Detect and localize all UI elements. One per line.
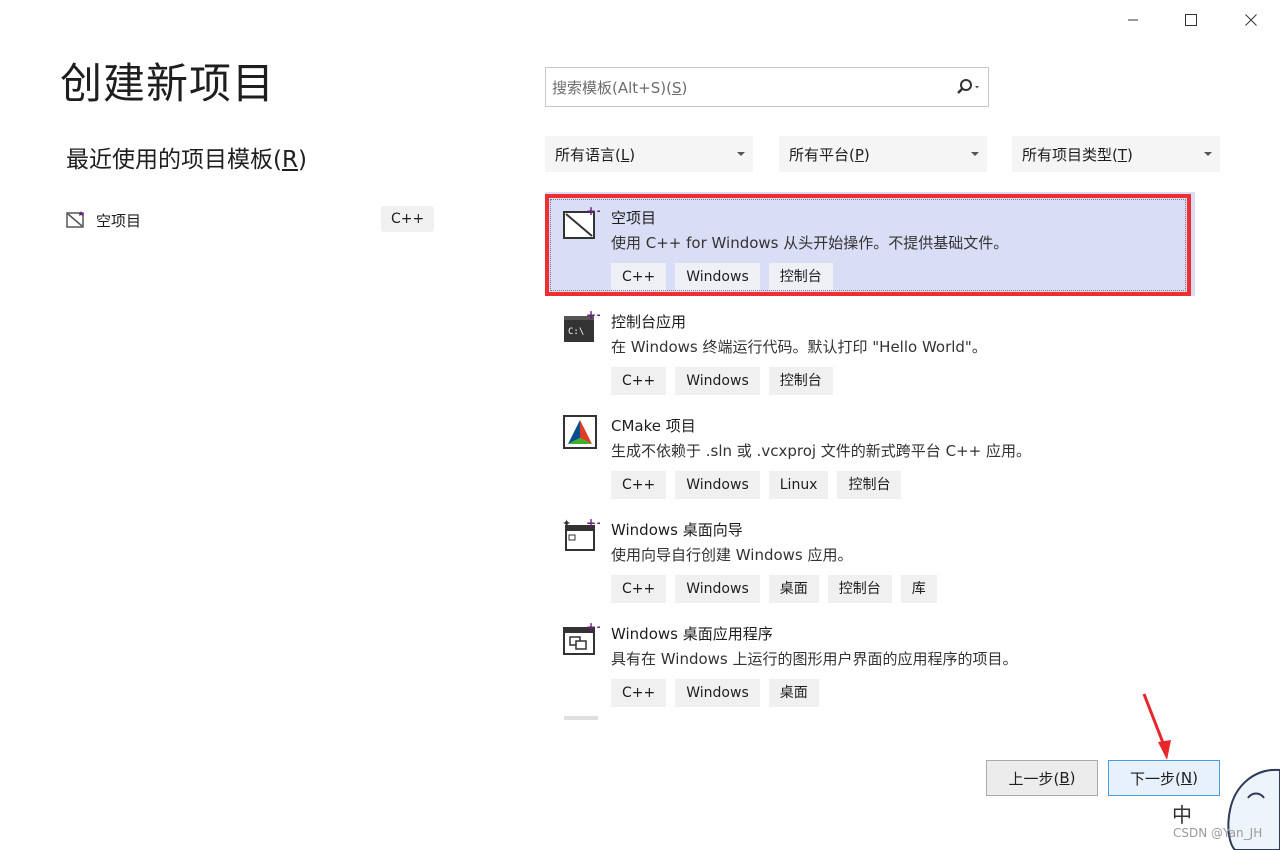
template-description: 具有在 Windows 上运行的图形用户界面的应用程序的项目。	[611, 650, 1018, 668]
svg-text:++: ++	[586, 620, 600, 634]
minimize-button[interactable]	[1110, 0, 1156, 40]
tag-desktop: 桌面	[768, 575, 819, 603]
svg-text:++: ++	[586, 516, 600, 530]
annotation-arrow-icon	[1142, 693, 1171, 760]
recent-heading-end: )	[297, 147, 307, 173]
tag-console: 控制台	[837, 471, 902, 499]
chevron-down-icon	[1204, 152, 1212, 156]
language-filter-dropdown[interactable]: 所有语言(L)	[545, 136, 753, 172]
chevron-down-icon	[971, 152, 979, 156]
template-name: 控制台应用	[611, 313, 687, 331]
close-button[interactable]	[1228, 0, 1274, 40]
template-tags: C++ Windows Linux 控制台	[611, 471, 902, 499]
watermark-text: CSDN @Yan_JH	[1173, 826, 1263, 840]
tag-cpp: C++	[611, 367, 667, 395]
back-button[interactable]: 上一步(B)	[986, 760, 1098, 796]
template-name: Windows 桌面应用程序	[611, 625, 773, 643]
search-icon	[957, 79, 979, 94]
tag-cpp: C++	[611, 679, 667, 707]
language-filter-label: 所有语言(L)	[555, 145, 636, 164]
back-button-access-key: B	[1059, 769, 1070, 787]
minimize-icon	[1128, 19, 1138, 21]
svg-text:++: ++	[586, 204, 600, 218]
tag-console: 控制台	[768, 263, 833, 291]
search-placeholder: 搜索模板(Alt+S)(S)	[552, 78, 688, 97]
template-tags: C++ Windows 桌面 控制台 库	[611, 575, 937, 603]
template-item-partial[interactable]	[545, 712, 1195, 732]
search-button[interactable]	[948, 78, 988, 96]
project-type-filter-dropdown[interactable]: 所有项目类型(T)	[1012, 136, 1220, 172]
svg-text:中: 中	[1172, 803, 1192, 827]
tag-windows: Windows	[675, 471, 760, 499]
template-description: 使用向导自行创建 Windows 应用。	[611, 546, 853, 564]
platform-filter-dropdown[interactable]: 所有平台(P)	[779, 136, 987, 172]
back-button-end: )	[1069, 769, 1076, 787]
template-tags: C++ Windows 控制台	[611, 263, 833, 291]
template-item-cmake-project[interactable]: CMake 项目 生成不依赖于 .sln 或 .vcxproj 文件的新式跨平台…	[545, 400, 1195, 504]
template-name: 空项目	[611, 209, 657, 227]
svg-text:C:\: C:\	[568, 327, 584, 337]
tag-windows: Windows	[675, 679, 760, 707]
tag-desktop: 桌面	[768, 679, 819, 707]
template-list: ++ 空项目 使用 C++ for Windows 从头开始操作。不提供基础文件…	[545, 192, 1195, 732]
back-button-label: 上一步(	[1008, 769, 1060, 788]
template-description: 生成不依赖于 .sln 或 .vcxproj 文件的新式跨平台 C++ 应用。	[611, 442, 1031, 460]
template-description: 在 Windows 终端运行代码。默认打印 "Hello World"。	[611, 338, 987, 356]
tag-windows: Windows	[675, 367, 760, 395]
chevron-down-icon	[737, 152, 745, 156]
template-item-desktop-app[interactable]: ++ Windows 桌面应用程序 具有在 Windows 上运行的图形用户界面…	[545, 608, 1195, 712]
tag-linux: Linux	[768, 471, 829, 499]
tag-windows: Windows	[675, 263, 760, 291]
template-search-box[interactable]: 搜索模板(Alt+S)(S)	[545, 67, 989, 107]
tag-cpp: C++	[611, 471, 667, 499]
maximize-icon	[1185, 14, 1197, 26]
svg-text:✦: ✦	[562, 517, 571, 530]
template-item-console-app[interactable]: C:\ ++ 控制台应用 在 Windows 终端运行代码。默认打印 "Hell…	[545, 296, 1195, 400]
tag-cpp: C++	[611, 575, 667, 603]
template-name: Windows 桌面向导	[611, 521, 743, 539]
tag-cpp: C++	[611, 263, 667, 291]
recent-item-empty-project[interactable]: 空项目 C++	[66, 203, 436, 237]
svg-text:++: ++	[586, 308, 600, 322]
maximize-button[interactable]	[1168, 0, 1214, 40]
page-title: 创建新项目	[60, 59, 276, 108]
template-tags: C++ Windows 控制台	[611, 367, 833, 395]
recent-templates-heading: 最近使用的项目模板(R)	[66, 140, 307, 174]
recent-heading-access-key: R	[281, 147, 298, 173]
partial-template-icon	[564, 716, 598, 720]
template-description: 使用 C++ for Windows 从头开始操作。不提供基础文件。	[611, 234, 1009, 252]
template-item-empty-project[interactable]: ++ 空项目 使用 C++ for Windows 从头开始操作。不提供基础文件…	[545, 192, 1195, 296]
recent-heading-text: 最近使用的项目模板(	[66, 147, 282, 173]
tag-console: 控制台	[827, 575, 892, 603]
desktop-app-icon: ++	[563, 620, 600, 655]
template-name: CMake 项目	[611, 417, 696, 435]
close-icon	[1245, 14, 1257, 26]
cmake-icon	[563, 415, 597, 449]
recent-item-tag: C++	[381, 206, 435, 232]
empty-project-icon: ++	[563, 204, 600, 239]
console-app-icon: C:\ ++	[564, 308, 600, 342]
platform-filter-label: 所有平台(P)	[789, 145, 870, 164]
project-type-filter-label: 所有项目类型(T)	[1022, 145, 1133, 164]
tag-library: 库	[900, 575, 937, 603]
template-tags: C++ Windows 桌面	[611, 679, 819, 707]
tag-windows: Windows	[675, 575, 760, 603]
template-item-desktop-wizard[interactable]: ✦ ++ Windows 桌面向导 使用向导自行创建 Windows 应用。 C…	[545, 504, 1195, 608]
empty-project-icon	[66, 211, 84, 228]
recent-item-label: 空项目	[96, 211, 142, 230]
desktop-wizard-icon: ✦ ++	[562, 516, 600, 551]
tag-console: 控制台	[768, 367, 833, 395]
